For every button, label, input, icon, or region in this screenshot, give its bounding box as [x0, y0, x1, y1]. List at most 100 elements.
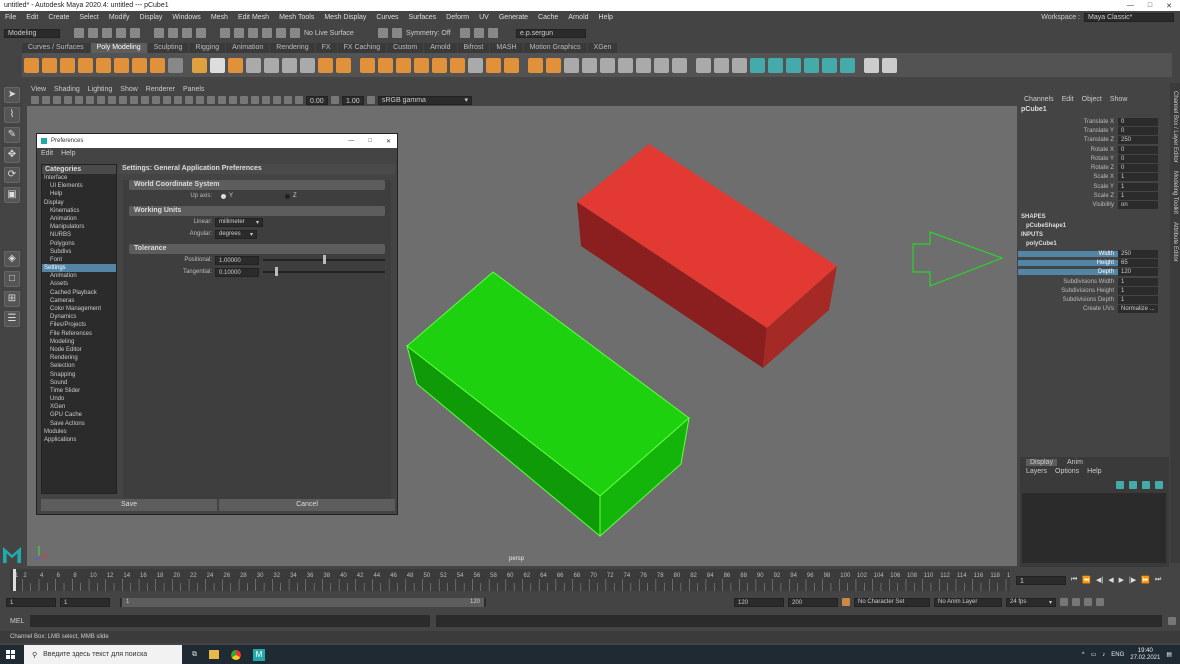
channel-value[interactable]: 0	[1118, 154, 1158, 163]
loop-icon[interactable]	[1060, 598, 1068, 606]
task-view-icon[interactable]: ⧉	[192, 651, 197, 659]
new-empty-layer-icon[interactable]	[1142, 481, 1150, 489]
up-axis-y-radio[interactable]	[221, 193, 226, 199]
symmetry-label[interactable]: Symmetry: Off	[406, 30, 456, 37]
make-live-icon[interactable]	[290, 28, 300, 38]
shelf-tool-icon[interactable]	[60, 57, 75, 73]
mel-label[interactable]: MEL	[10, 618, 24, 625]
shelf-tab-fx-caching[interactable]: FX Caching	[337, 43, 387, 53]
category-item[interactable]: Sound	[42, 379, 116, 387]
menu-mesh-tools[interactable]: Mesh Tools	[274, 14, 319, 21]
channel-menu-show[interactable]: Show	[1110, 96, 1128, 103]
channel-value[interactable]: 1	[1118, 296, 1158, 305]
category-item[interactable]: Files/Projects	[42, 321, 116, 329]
category-item[interactable]: Manipulators	[42, 223, 116, 231]
shelf-tool-icon[interactable]	[114, 57, 129, 73]
snap-view-icon[interactable]	[276, 28, 286, 38]
side-tab-channel-box[interactable]: Channel Box / Layer Editor	[1172, 91, 1178, 163]
prefs-menu-edit[interactable]: Edit	[41, 150, 53, 157]
snap-projected-icon[interactable]	[262, 28, 272, 38]
category-item[interactable]: Selection	[42, 362, 116, 370]
shelf-tab-motion-graphics[interactable]: Motion Graphics	[523, 43, 587, 53]
shelf-tool-icon[interactable]	[264, 57, 279, 73]
lasso-tool-icon[interactable]: ⌇	[4, 107, 20, 123]
channel-value[interactable]: 0	[1118, 164, 1158, 173]
auto-key-icon[interactable]	[842, 598, 850, 606]
tolerance-section[interactable]: Tolerance	[129, 244, 385, 254]
shelf-tool-icon[interactable]	[636, 57, 651, 73]
panel-menu-shading[interactable]: Shading	[54, 86, 80, 93]
current-time-marker[interactable]	[13, 569, 16, 591]
snap-curve-icon[interactable]	[234, 28, 244, 38]
exposure-field[interactable]: 0.00	[306, 95, 328, 105]
shelf-tool-icon[interactable]	[132, 57, 147, 73]
select-hierarchy-icon[interactable]	[154, 28, 164, 38]
last-tool-icon[interactable]: ◈	[4, 251, 20, 267]
menu-windows[interactable]: Windows	[167, 14, 205, 21]
field-chart-icon[interactable]	[119, 96, 127, 104]
shelf-tool-icon[interactable]	[564, 57, 579, 73]
menu-file[interactable]: File	[0, 14, 21, 21]
menu-edit[interactable]: Edit	[21, 14, 43, 21]
category-item[interactable]: Animation	[42, 215, 116, 223]
shelf-tab-poly-modeling[interactable]: Poly Modeling	[90, 43, 147, 53]
volume-icon[interactable]: ♪	[1102, 652, 1105, 658]
shelf-tool-icon[interactable]	[78, 57, 93, 73]
shelf-tool-icon[interactable]	[786, 57, 801, 73]
shelf-tool-icon[interactable]	[618, 57, 633, 73]
channel-value[interactable]: on	[1118, 201, 1158, 210]
tangential-slider-handle[interactable]	[274, 267, 278, 276]
shelf-tool-icon[interactable]	[450, 57, 465, 73]
category-item[interactable]: Applications	[42, 436, 116, 444]
channel-row[interactable]: Translate X 0	[1018, 117, 1170, 126]
shelf-tool-icon[interactable]	[150, 57, 165, 73]
shelf-tool-icon[interactable]	[300, 57, 315, 73]
shelf-tool-icon[interactable]	[882, 57, 897, 73]
shelf-tab-xgen[interactable]: XGen	[587, 43, 618, 53]
shape-name[interactable]: pCubeShape1	[1018, 222, 1170, 231]
channel-value[interactable]: 0	[1118, 145, 1158, 154]
menu-create[interactable]: Create	[43, 14, 74, 21]
shelf-tool-icon[interactable]	[168, 57, 183, 73]
channel-menu-channels[interactable]: Channels	[1024, 96, 1054, 103]
category-item[interactable]: Interface	[42, 174, 116, 182]
options-menu[interactable]: Options	[1055, 468, 1079, 478]
step-back-key-icon[interactable]: ⏪	[1082, 576, 1091, 584]
shelf-tool-icon[interactable]	[282, 57, 297, 73]
select-tool-icon[interactable]: ➤	[4, 87, 20, 103]
mel-input[interactable]	[30, 615, 431, 627]
maximize-button[interactable]: □	[1148, 2, 1152, 10]
script-editor-icon[interactable]	[1168, 617, 1177, 625]
network-icon[interactable]: ▭	[1091, 651, 1097, 658]
shelf-tool-icon[interactable]	[318, 57, 333, 73]
channel-row[interactable]: Rotate X 0	[1018, 145, 1170, 154]
clock[interactable]: 19:40 27.02.2021	[1130, 648, 1160, 662]
channel-row[interactable]: Width 250	[1018, 249, 1170, 258]
category-item[interactable]: Polygons	[42, 240, 116, 248]
xray-icon[interactable]	[262, 96, 270, 104]
category-item[interactable]: Assets	[42, 280, 116, 288]
start-icon[interactable]	[6, 650, 15, 659]
prefs-minimize-button[interactable]: —	[348, 138, 354, 145]
channel-row[interactable]: Translate Z 250	[1018, 136, 1170, 145]
bookmark-icon[interactable]	[53, 96, 61, 104]
paint-select-icon[interactable]: ✎	[4, 127, 20, 143]
snap-grid-icon[interactable]	[220, 28, 230, 38]
textured-icon[interactable]	[185, 96, 193, 104]
category-item[interactable]: File References	[42, 330, 116, 338]
tab-anim[interactable]: Anim	[1067, 459, 1083, 466]
category-item[interactable]: Save Actions	[42, 420, 116, 428]
gamma-field[interactable]: 1.00	[342, 95, 364, 105]
playback-end-field[interactable]: 120	[734, 597, 784, 607]
category-item[interactable]: Display	[42, 199, 116, 207]
select-component-icon[interactable]	[182, 28, 192, 38]
channel-row[interactable]: Translate Y 0	[1018, 126, 1170, 135]
image-plane-icon[interactable]	[64, 96, 72, 104]
shelf-tab-rigging[interactable]: Rigging	[189, 43, 226, 53]
prefs-close-button[interactable]: ✕	[386, 138, 391, 145]
channel-row[interactable]: Scale X 1	[1018, 173, 1170, 182]
category-item[interactable]: Settings	[42, 264, 116, 273]
prefs-menu-help[interactable]: Help	[61, 150, 75, 157]
channel-menu-object[interactable]: Object	[1082, 96, 1102, 103]
shelf-tool-icon[interactable]	[768, 57, 783, 73]
